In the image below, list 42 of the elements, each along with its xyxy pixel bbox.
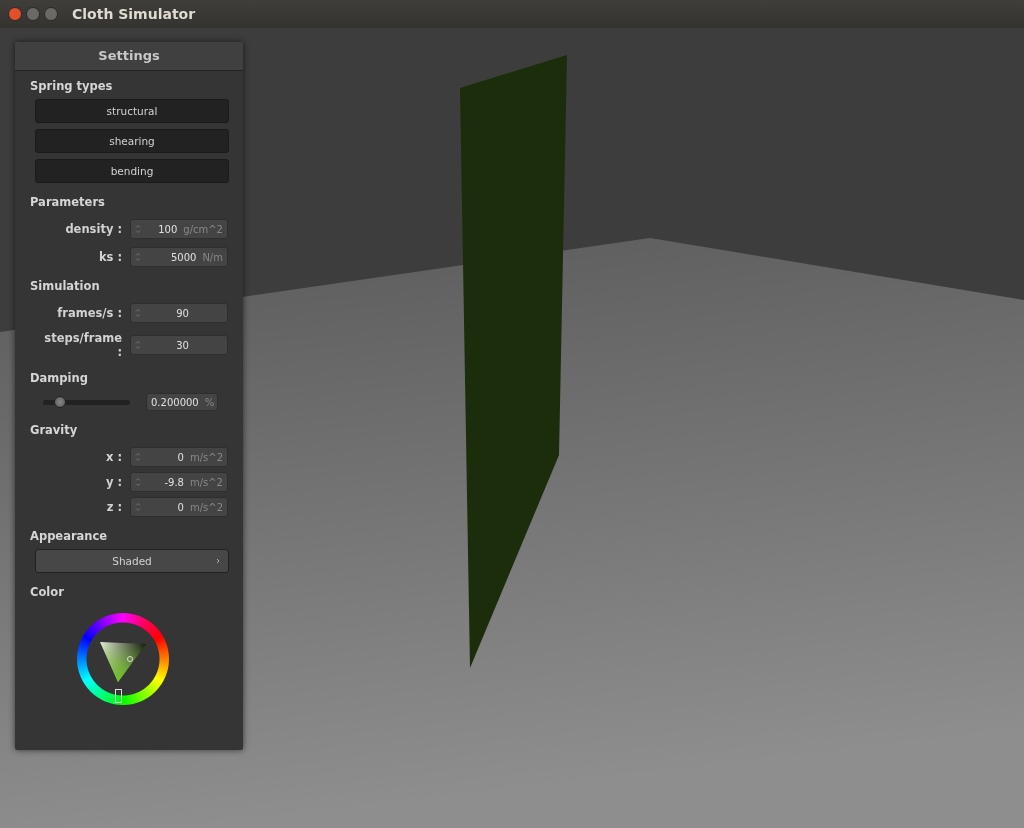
spring-type-button[interactable]: bending xyxy=(35,159,229,183)
slider-track[interactable] xyxy=(43,399,130,405)
number-field[interactable]: 90 xyxy=(130,303,228,323)
appearance-dropdown[interactable]: Shaded xyxy=(35,549,229,573)
field-label: y : xyxy=(104,475,122,489)
section-heading: Simulation xyxy=(30,279,101,293)
number-field[interactable]: 0 m/s^2 xyxy=(130,447,228,467)
maximize-button[interactable] xyxy=(44,7,58,21)
number-field[interactable]: -9.8 m/s^2 xyxy=(130,472,228,492)
slider-thumb[interactable] xyxy=(54,395,67,408)
field-label: ks : xyxy=(97,250,122,264)
spring-type-button[interactable]: shearing xyxy=(35,129,229,153)
number-field[interactable]: 100 g/cm^2 xyxy=(130,219,228,239)
field-label: x : xyxy=(104,450,122,464)
chevron-icon xyxy=(216,558,220,564)
unit-label: % xyxy=(204,396,215,408)
number-field[interactable]: 0 m/s^2 xyxy=(130,497,228,517)
field-label: steps/frame : xyxy=(43,331,122,359)
section-heading: Color xyxy=(30,585,65,599)
window-title: Cloth Simulator xyxy=(72,6,196,22)
panel-title: Settings xyxy=(15,42,243,71)
section-heading: Parameters xyxy=(30,195,106,209)
number-field[interactable]: 0.200000 % xyxy=(146,393,218,411)
color-triangle[interactable] xyxy=(99,641,147,683)
minimize-button[interactable] xyxy=(26,7,40,21)
unit-label: g/cm^2 xyxy=(183,223,223,235)
section-heading: Gravity xyxy=(30,423,79,437)
spring-type-button[interactable]: structural xyxy=(35,99,229,123)
hue-handle[interactable] xyxy=(115,689,122,703)
section-heading: Spring types xyxy=(30,79,114,93)
section-heading: Damping xyxy=(30,371,89,385)
close-button[interactable] xyxy=(8,7,22,21)
field-label: density : xyxy=(64,222,122,236)
unit-label: N/m xyxy=(202,251,223,263)
section-heading: Appearance xyxy=(30,529,109,543)
unit-label: m/s^2 xyxy=(189,451,223,463)
field-label: frames/s : xyxy=(56,306,122,320)
field-label: z : xyxy=(105,500,122,514)
number-field[interactable]: 5000 N/m xyxy=(130,247,228,267)
number-field[interactable]: 30 xyxy=(130,335,228,355)
unit-label: m/s^2 xyxy=(189,476,223,488)
unit-label: m/s^2 xyxy=(189,501,223,513)
